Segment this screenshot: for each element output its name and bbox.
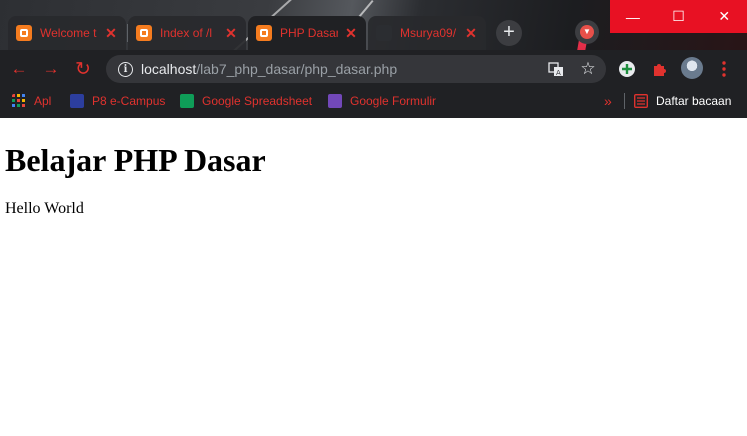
tab-title: Index of /l	[160, 26, 213, 40]
bookmarks-overflow-button[interactable]: »	[604, 92, 612, 110]
tab-title: PHP Dasar	[280, 26, 338, 40]
bookmarks-divider	[624, 93, 625, 109]
address-bar[interactable]: i localhost/lab7_php_dasar/php_dasar.php	[106, 55, 606, 83]
apps-grid-icon	[12, 94, 25, 107]
window-controls: — ☐ ✕	[610, 0, 747, 33]
bookmark-e-campus[interactable]: P8 e-Campus	[70, 92, 165, 110]
tab-search-button[interactable]: ▼	[575, 20, 599, 44]
bookmark-label: Google Formulir	[350, 94, 437, 108]
tab-close-icon[interactable]: ✕	[344, 25, 358, 42]
extension-plus-icon[interactable]	[616, 58, 638, 80]
svg-text:A: A	[556, 69, 561, 77]
close-window-button[interactable]: ✕	[701, 0, 747, 33]
url-host: localhost	[141, 61, 197, 77]
xampp-favicon-icon	[136, 25, 152, 41]
reading-list-button[interactable]: Daftar bacaan	[634, 92, 731, 110]
tab-title: Msurya09/	[400, 26, 457, 40]
forms-icon	[328, 94, 342, 108]
minimize-button[interactable]: —	[610, 0, 656, 33]
back-button[interactable]: ←	[7, 57, 31, 81]
translate-icon[interactable]: A	[545, 58, 567, 80]
tab-index[interactable]: Index of /l ✕	[128, 16, 246, 50]
bookmark-label: P8 e-Campus	[92, 94, 166, 108]
tab-title: Welcome t	[40, 26, 97, 40]
tab-msurya[interactable]: Msurya09/ ✕	[368, 16, 486, 50]
page-heading: Belajar PHP Dasar	[5, 142, 266, 178]
bookmark-apps[interactable]: Apl	[12, 92, 51, 110]
forward-button[interactable]: →	[39, 57, 63, 81]
reading-list-icon	[634, 94, 648, 108]
tab-php-dasar[interactable]: PHP Dasar ✕	[248, 16, 366, 50]
bookmark-label: Google Spreadsheet	[202, 94, 313, 108]
site-info-icon[interactable]: i	[118, 61, 133, 77]
campus-icon	[70, 94, 84, 108]
bookmark-google-formulir[interactable]: Google Formulir	[328, 92, 436, 110]
url-path: /lab7_php_dasar/php_dasar.php	[196, 61, 398, 77]
profile-avatar[interactable]	[681, 57, 703, 79]
page-viewport: Belajar PHP Dasar Hello World	[0, 118, 747, 436]
bookmark-google-spreadsheet[interactable]: Google Spreadsheet	[180, 92, 312, 110]
bookmark-label: Apl	[34, 94, 52, 108]
extensions-puzzle-icon[interactable]	[648, 58, 670, 80]
xampp-favicon-icon	[256, 25, 272, 41]
reading-list-label: Daftar bacaan	[656, 94, 732, 108]
bookmark-star-icon[interactable]: ☆	[577, 58, 599, 80]
page-body-text: Hello World	[5, 200, 84, 217]
reload-button[interactable]: ↻	[71, 57, 95, 81]
new-tab-button[interactable]: +	[496, 20, 522, 46]
chevron-down-icon: ▼	[580, 25, 594, 39]
tab-close-icon[interactable]: ✕	[224, 25, 238, 42]
maximize-button[interactable]: ☐	[656, 0, 702, 33]
sheets-icon	[180, 94, 194, 108]
tab-welcome[interactable]: Welcome t ✕	[8, 16, 126, 50]
github-favicon-icon	[376, 25, 392, 41]
tab-close-icon[interactable]: ✕	[464, 25, 478, 42]
tab-close-icon[interactable]: ✕	[104, 25, 118, 42]
xampp-favicon-icon	[16, 25, 32, 41]
menu-kebab-icon[interactable]	[713, 58, 735, 80]
